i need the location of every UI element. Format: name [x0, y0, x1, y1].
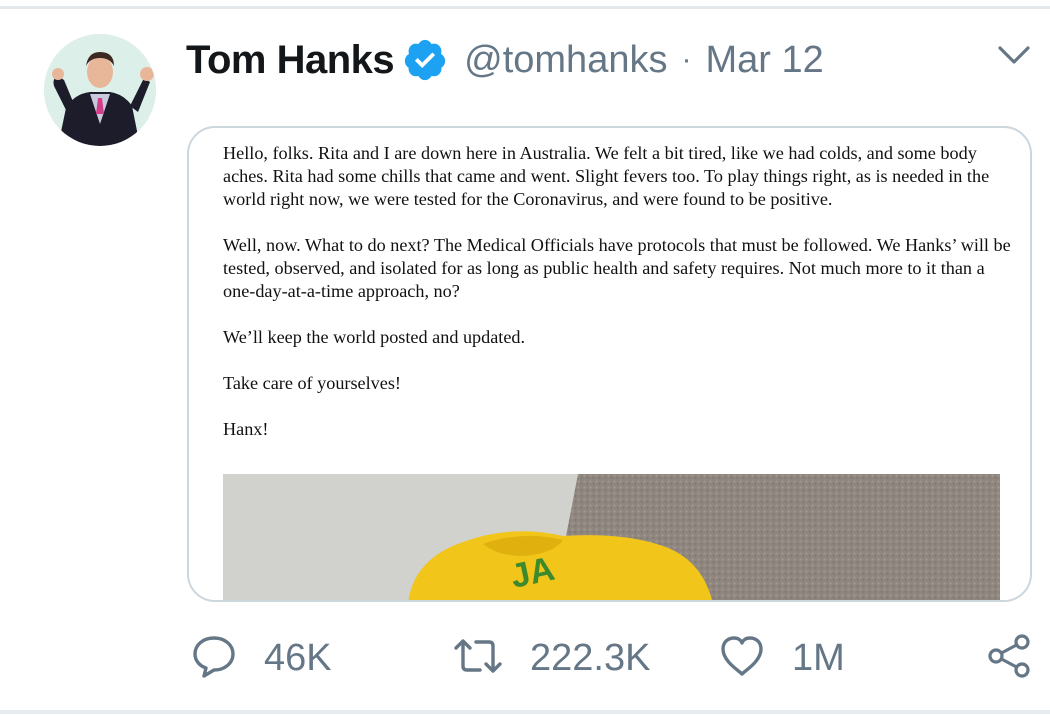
display-name[interactable]: Tom Hanks — [186, 38, 395, 83]
share-button[interactable] — [986, 628, 1032, 688]
avatar-image — [44, 34, 156, 146]
reply-count: 46K — [264, 636, 332, 679]
top-divider — [0, 6, 1050, 9]
like-count: 1M — [792, 636, 845, 679]
user-handle[interactable]: @tomhanks — [464, 39, 667, 82]
retweet-button[interactable]: 222.3K — [452, 628, 650, 688]
letter-paragraph: We’ll keep the world posted and updated. — [223, 327, 526, 347]
tweet-action-bar: 46K 222.3K 1M — [0, 628, 1050, 688]
reply-icon — [190, 632, 238, 685]
separator-dot: · — [681, 43, 692, 76]
letter-paragraph: Hanx! — [223, 419, 269, 439]
tweet-date[interactable]: Mar 12 — [705, 39, 823, 82]
reply-button[interactable]: 46K — [190, 628, 332, 688]
retweet-icon — [452, 632, 504, 685]
like-button[interactable]: 1M — [718, 628, 845, 688]
tweet-media-card[interactable]: Hello, folks. Rita and I are down here i… — [187, 126, 1032, 602]
like-icon — [718, 632, 766, 685]
chevron-down-icon[interactable] — [996, 42, 1032, 70]
letter-paragraph: Hello, folks. Rita and I are down here i… — [223, 143, 990, 209]
avatar[interactable] — [44, 34, 156, 146]
letter-paragraph: Take care of yourselves! — [223, 373, 401, 393]
bottom-divider — [0, 710, 1050, 714]
verified-badge-icon — [402, 37, 448, 83]
tweet[interactable]: Tom Hanks @tomhanks · Mar 12 Hello, folk… — [0, 0, 1050, 716]
embedded-photo: JA — [223, 474, 1000, 600]
tweet-header: Tom Hanks @tomhanks · Mar 12 — [186, 32, 824, 88]
letter-text: Hello, folks. Rita and I are down here i… — [223, 142, 1013, 464]
share-icon — [986, 632, 1032, 685]
letter-paragraph: Well, now. What to do next? The Medical … — [223, 235, 1011, 301]
retweet-count: 222.3K — [530, 636, 651, 679]
